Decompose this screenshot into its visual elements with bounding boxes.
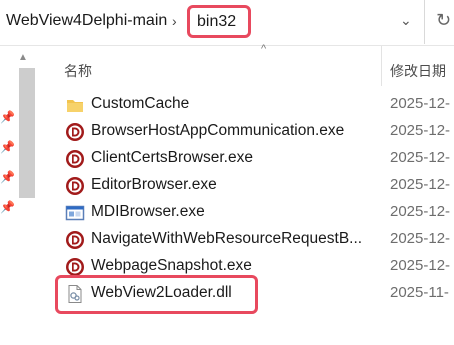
file-date: 2025-12- [390, 176, 451, 193]
delphi-app-icon [66, 231, 84, 249]
file-date: 2025-12- [390, 95, 451, 112]
file-row[interactable]: CustomCache 2025-12- [58, 92, 454, 119]
pin-icon: 📌 [0, 170, 15, 184]
delphi-app-icon [66, 150, 84, 168]
file-row[interactable]: ClientCertsBrowser.exe 2025-12- [58, 146, 454, 173]
chevron-down-icon[interactable]: ⌄ [400, 12, 412, 29]
navigation-pane: ▲ 📌 📌 📌 📌 [0, 46, 36, 345]
file-date: 2025-12- [390, 122, 451, 139]
breadcrumb-parent[interactable]: WebView4Delphi-main [6, 12, 167, 30]
scroll-up-arrow-icon[interactable]: ▲ [18, 52, 28, 63]
file-date: 2025-12- [390, 149, 451, 166]
file-date: 2025-11- [390, 284, 449, 301]
file-row[interactable]: NavigateWithWebResourceRequestB... 2025-… [58, 227, 454, 254]
scrollbar-thumb[interactable] [19, 68, 35, 198]
column-header: ^ 名称 修改日期 [50, 43, 454, 86]
delphi-app-icon [66, 177, 84, 195]
pin-icon: 📌 [0, 140, 15, 154]
file-name: WebpageSnapshot.exe [91, 257, 252, 274]
delphi-app-icon [66, 258, 84, 276]
highlight-annotation [55, 275, 258, 314]
file-name: EditorBrowser.exe [91, 176, 217, 193]
sort-ascending-icon: ^ [261, 43, 267, 55]
file-name: CustomCache [91, 95, 190, 112]
breadcrumb[interactable]: WebView4Delphi-main › bin32 ⌄ [0, 0, 425, 44]
file-name: NavigateWithWebResourceRequestB... [91, 230, 363, 247]
refresh-icon[interactable]: ↻ [436, 10, 451, 31]
folder-icon [67, 100, 83, 112]
file-row[interactable]: MDIBrowser.exe 2025-12- [58, 200, 454, 227]
file-date: 2025-12- [390, 230, 451, 247]
column-divider[interactable] [381, 46, 382, 86]
file-name: BrowserHostAppCommunication.exe [91, 122, 345, 139]
column-date-header[interactable]: 修改日期 [390, 61, 446, 81]
file-row[interactable]: BrowserHostAppCommunication.exe 2025-12- [58, 119, 454, 146]
file-row[interactable]: EditorBrowser.exe 2025-12- [58, 173, 454, 200]
file-date: 2025-12- [390, 203, 451, 220]
address-bar: WebView4Delphi-main › bin32 ⌄ ↻ [0, 0, 454, 46]
delphi-app-icon [66, 123, 84, 141]
chevron-right-icon[interactable]: › [172, 13, 177, 29]
pin-icon: 📌 [0, 200, 15, 214]
pin-icon: 📌 [0, 110, 15, 124]
file-name: ClientCertsBrowser.exe [91, 149, 253, 166]
column-name-header[interactable]: 名称 [64, 61, 92, 81]
file-name: MDIBrowser.exe [91, 203, 205, 220]
window-app-icon [65, 205, 85, 221]
file-date: 2025-12- [390, 257, 451, 274]
breadcrumb-current[interactable]: bin32 [187, 5, 251, 38]
